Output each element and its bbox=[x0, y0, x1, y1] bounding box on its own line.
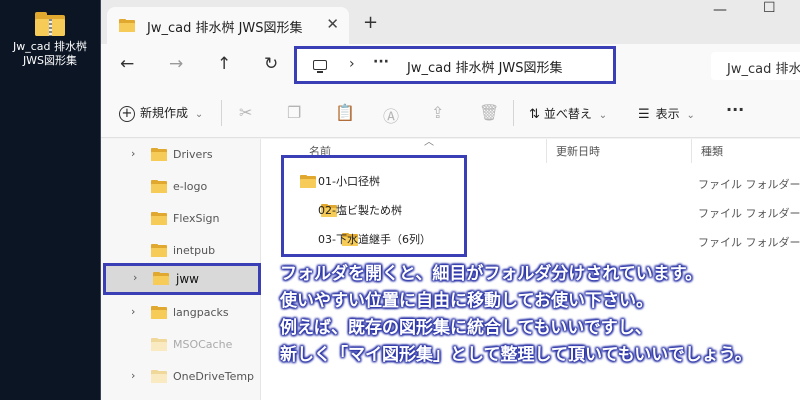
new-item-label: 新規作成 bbox=[140, 106, 189, 120]
column-divider[interactable] bbox=[546, 139, 547, 163]
chevron-down-icon: ⌄ bbox=[598, 110, 608, 121]
sidebar-item-label: MSOCache bbox=[173, 338, 233, 351]
folder-icon bbox=[151, 338, 167, 351]
chevron-right-icon[interactable]: › bbox=[131, 305, 135, 318]
refresh-icon[interactable]: ↻ bbox=[264, 54, 278, 74]
file-name-03[interactable]: 03-下水道継手（6列） bbox=[318, 231, 431, 247]
navigation-pane: › Drivers e-logo FlexSign inetpub › jww … bbox=[101, 139, 261, 400]
more-options-button[interactable]: ··· bbox=[726, 100, 744, 119]
caption-line: 新しく「マイ図形集」として整理して頂いてもいいでしょう。 bbox=[280, 345, 752, 365]
close-tab-icon[interactable]: ✕ bbox=[326, 15, 339, 33]
command-bar: + 新規作成 ⌄ ✂ ❐ 📋 Ⓐ ⇪ 🗑 ⇅ 並べ替え ⌄ ☰ 表示 ⌄ ··· bbox=[101, 88, 800, 138]
tab-title: Jw_cad 排水桝 JWS図形集 bbox=[147, 21, 303, 36]
tab-current-folder[interactable]: Jw_cad 排水桝 JWS図形集 ✕ bbox=[107, 7, 349, 44]
sidebar-item-label: OneDriveTemp bbox=[173, 370, 255, 383]
sidebar-item-label: FlexSign bbox=[173, 212, 220, 225]
rename-icon[interactable]: Ⓐ bbox=[383, 103, 399, 127]
paste-icon[interactable]: 📋 bbox=[335, 103, 355, 122]
new-tab-button[interactable]: + bbox=[363, 12, 378, 33]
highlight-frame: 01-小口径桝 02-塩ビ製ため桝 03-下水道継手（6列） bbox=[281, 155, 467, 257]
sort-icon: ⇅ bbox=[529, 107, 540, 122]
folder-icon bbox=[119, 19, 135, 32]
chevron-right-icon[interactable]: › bbox=[131, 369, 135, 382]
folder-icon bbox=[151, 148, 167, 161]
file-type-01: ファイル フォルダー bbox=[698, 178, 800, 191]
sidebar-item-flexsign[interactable]: FlexSign bbox=[101, 203, 261, 235]
caption-line: 使いやすい位置に自由に移動してお使い下さい。 bbox=[280, 291, 653, 311]
sidebar-item-e-logo[interactable]: e-logo bbox=[101, 171, 261, 203]
desktop-icon-label-line1: Jw_cad 排水桝 bbox=[12, 40, 87, 53]
column-header-date[interactable]: 更新日時 bbox=[556, 143, 600, 159]
up-arrow-icon[interactable]: ↑ bbox=[217, 54, 231, 74]
folder-icon bbox=[300, 175, 316, 188]
sidebar-item-label: e-logo bbox=[173, 180, 208, 193]
address-bar[interactable]: › ··· Jw_cad 排水桝 JWS図形集 bbox=[294, 46, 616, 84]
view-button[interactable]: ☰ 表示 ⌄ bbox=[638, 105, 695, 122]
breadcrumb-more-button[interactable]: ··· bbox=[373, 54, 389, 70]
share-icon[interactable]: ⇪ bbox=[431, 103, 444, 122]
sidebar-item-label: Drivers bbox=[173, 148, 213, 161]
sort-label: 並べ替え bbox=[543, 107, 592, 121]
desktop-icon-label-line2: JWS図形集 bbox=[22, 54, 78, 67]
file-type-03: ファイル フォルダー bbox=[698, 236, 800, 249]
forward-arrow-icon[interactable]: → bbox=[169, 54, 183, 74]
toolbar-divider bbox=[513, 100, 514, 126]
breadcrumb-separator: › bbox=[349, 56, 355, 72]
file-type-02: ファイル フォルダー bbox=[698, 207, 800, 220]
caption-line: 例えば、既存の図形集に統合してもいいですし、 bbox=[280, 318, 652, 338]
view-label: 表示 bbox=[655, 107, 680, 121]
sidebar-item-label: inetpub bbox=[173, 244, 216, 257]
cut-icon[interactable]: ✂ bbox=[239, 103, 252, 122]
caption-line: フォルダを開くと、細目がフォルダ分けされています。 bbox=[280, 264, 703, 284]
maximize-button[interactable]: ☐ bbox=[763, 0, 776, 16]
chevron-right-icon[interactable]: › bbox=[131, 147, 135, 160]
folder-icon bbox=[153, 272, 169, 285]
back-arrow-icon[interactable]: ← bbox=[120, 54, 134, 74]
folder-icon bbox=[151, 306, 167, 319]
folder-icon bbox=[151, 180, 167, 193]
search-input[interactable]: Jw_cad 排水桝 bbox=[711, 52, 800, 80]
folder-icon bbox=[151, 244, 167, 257]
minimize-button[interactable]: — bbox=[713, 2, 727, 18]
toolbar-divider bbox=[221, 100, 222, 126]
copy-icon[interactable]: ❐ bbox=[287, 103, 301, 122]
breadcrumb-path[interactable]: Jw_cad 排水桝 JWS図形集 bbox=[407, 57, 563, 76]
file-name-02[interactable]: 02-塩ビ製ため桝 bbox=[318, 202, 402, 218]
sort-ascending-icon: ︿ bbox=[424, 137, 434, 148]
zip-folder-icon bbox=[35, 12, 65, 36]
sidebar-item-onedrivetemp[interactable]: › OneDriveTemp bbox=[101, 361, 261, 393]
address-bar-row: ← → ↑ ↻ › ··· Jw_cad 排水桝 JWS図形集 Jw_cad 排… bbox=[101, 44, 800, 88]
sidebar-item-langpacks[interactable]: › langpacks bbox=[101, 297, 261, 329]
sidebar-item-label: jww bbox=[176, 272, 199, 286]
sidebar-item-drivers[interactable]: › Drivers bbox=[101, 139, 261, 171]
title-bar: Jw_cad 排水桝 JWS図形集 ✕ + — ☐ bbox=[101, 0, 800, 44]
sidebar-item-jww[interactable]: › jww bbox=[103, 263, 261, 295]
file-name-01[interactable]: 01-小口径桝 bbox=[318, 173, 380, 189]
delete-icon[interactable]: 🗑 bbox=[479, 103, 499, 122]
instruction-caption: フォルダを開くと、細目がフォルダ分けされています。 使いやすい位置に自由に移動し… bbox=[280, 261, 800, 369]
view-list-icon: ☰ bbox=[638, 107, 650, 122]
folder-icon bbox=[151, 370, 167, 383]
sort-button[interactable]: ⇅ 並べ替え ⌄ bbox=[529, 105, 607, 122]
desktop: Jw_cad 排水桝 JWS図形集 bbox=[0, 0, 100, 400]
new-item-button[interactable]: + 新規作成 ⌄ bbox=[119, 104, 203, 122]
chevron-down-icon: ⌄ bbox=[194, 109, 204, 120]
sidebar-item-label: langpacks bbox=[173, 306, 229, 319]
chevron-down-icon: ⌄ bbox=[686, 110, 695, 121]
chevron-right-icon[interactable]: › bbox=[133, 271, 137, 284]
plus-icon: + bbox=[119, 106, 135, 122]
desktop-folder-shortcut[interactable]: Jw_cad 排水桝 JWS図形集 bbox=[8, 8, 92, 68]
sidebar-item-msocache[interactable]: MSOCache bbox=[101, 329, 261, 361]
column-divider[interactable] bbox=[691, 139, 692, 163]
column-header-type[interactable]: 種類 bbox=[701, 143, 723, 159]
folder-icon bbox=[151, 212, 167, 225]
search-input-text: Jw_cad 排水桝 bbox=[727, 62, 800, 77]
computer-icon bbox=[313, 60, 327, 73]
